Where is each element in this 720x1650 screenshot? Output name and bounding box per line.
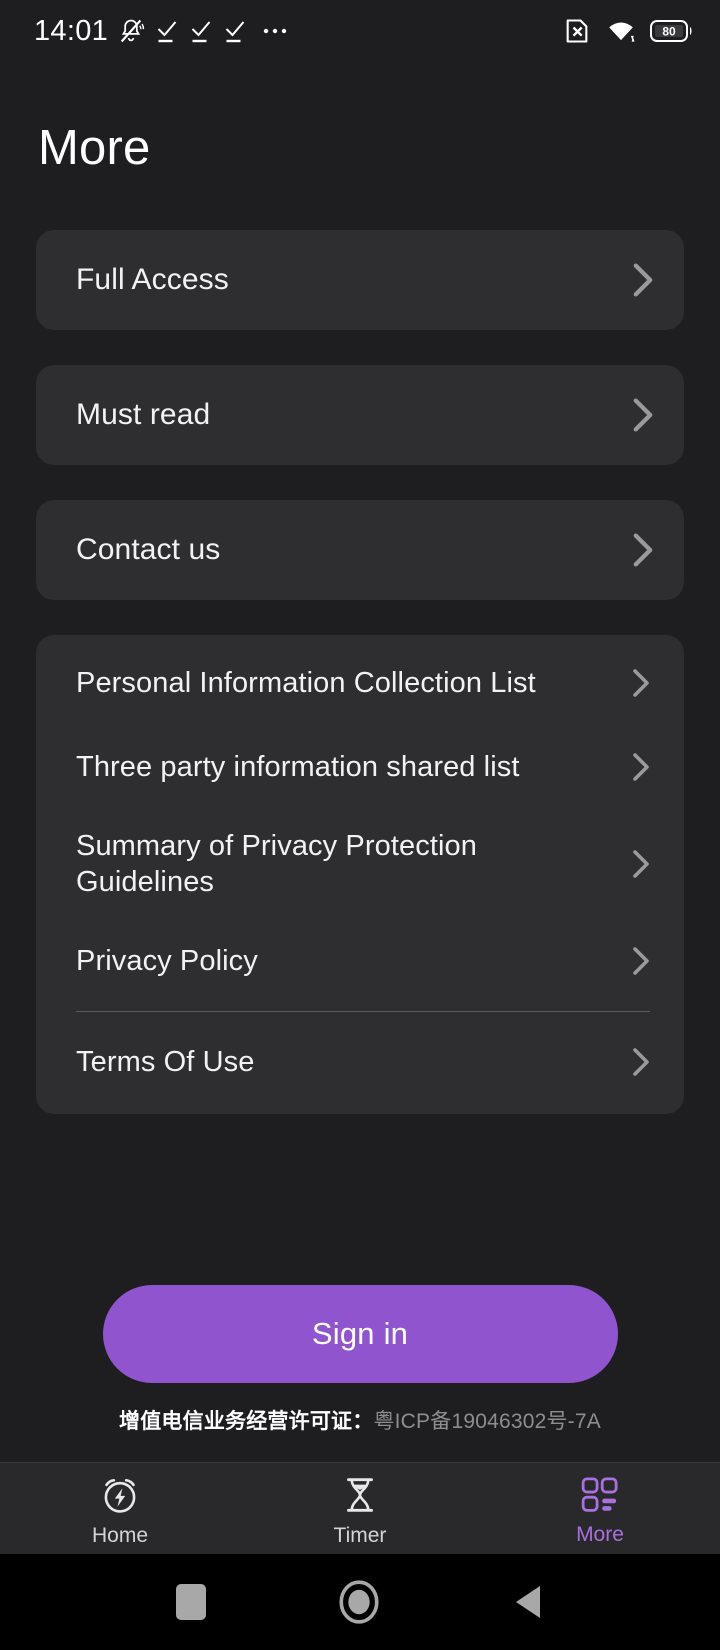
menu-item-summary-of-privacy-protection-guidelines[interactable]: Summary of Privacy Protection Guidelines bbox=[36, 809, 684, 919]
menu-item-privacy-policy[interactable]: Privacy Policy bbox=[36, 919, 684, 1003]
home-button[interactable] bbox=[338, 1579, 380, 1625]
content-area: Full Access Must read Contact us Persona… bbox=[0, 173, 720, 1462]
circle-icon bbox=[339, 1580, 379, 1624]
menu-item-personal-information-collection-list[interactable]: Personal Information Collection List bbox=[36, 641, 684, 725]
battery-level-text: 80 bbox=[662, 24, 676, 38]
menu-item-label: Summary of Privacy Protection Guidelines bbox=[76, 829, 477, 898]
android-navigation-bar bbox=[0, 1554, 720, 1650]
bell-muted-icon bbox=[120, 19, 145, 43]
status-bar-right: 80 bbox=[562, 17, 694, 45]
chevron-right-icon bbox=[633, 947, 649, 975]
icp-license-number: 粤ICP备19046302号-7A bbox=[373, 1410, 601, 1433]
phone-screen: 14:01 80 More Full Access Must read Cont… bbox=[0, 0, 720, 1650]
status-clock: 14:01 bbox=[34, 14, 109, 47]
back-button[interactable] bbox=[512, 1582, 544, 1622]
battery-icon: 80 bbox=[650, 20, 692, 42]
tab-timer[interactable]: Timer bbox=[240, 1463, 480, 1554]
overflow-dots-icon bbox=[263, 28, 287, 34]
tab-label: Home bbox=[91, 1523, 149, 1547]
tab-label: More bbox=[576, 1522, 624, 1546]
icp-license-line: 增值电信业务经营许可证：粤ICP备19046302号-7A bbox=[119, 1411, 601, 1432]
chevron-right-icon bbox=[633, 753, 649, 781]
status-bar-left: 14:01 bbox=[34, 14, 292, 47]
check-2-icon bbox=[191, 21, 211, 43]
tab-more[interactable]: More bbox=[480, 1463, 720, 1554]
card-contact-us[interactable]: Contact us bbox=[36, 500, 684, 600]
menu-item-label: Full Access bbox=[76, 263, 229, 297]
chevron-right-icon bbox=[633, 669, 649, 697]
menu-item-label: Contact us bbox=[76, 533, 221, 567]
alarm-bolt-icon bbox=[104, 1478, 136, 1513]
sign-in-section: Sign in 增值电信业务经营许可证：粤ICP备19046302号-7A bbox=[36, 1285, 684, 1462]
card-legal-group: Personal Information Collection List Thr… bbox=[36, 635, 684, 1114]
check-1-icon bbox=[157, 21, 177, 43]
grid-more-icon bbox=[581, 1476, 618, 1512]
legal-divider bbox=[76, 1011, 650, 1012]
hourglass-icon bbox=[347, 1477, 373, 1512]
status-bar: 14:01 80 bbox=[0, 0, 720, 62]
wifi-icon bbox=[609, 22, 635, 42]
menu-item-label: Personal Information Collection List bbox=[76, 666, 536, 699]
card-must-read[interactable]: Must read bbox=[36, 365, 684, 465]
sign-in-button[interactable]: Sign in bbox=[102, 1285, 618, 1383]
tab-home[interactable]: Home bbox=[0, 1463, 240, 1554]
square-icon bbox=[176, 1584, 206, 1620]
menu-item-label: Terms Of Use bbox=[76, 1045, 255, 1078]
page-title: More bbox=[38, 121, 151, 175]
chevron-right-icon bbox=[633, 398, 653, 432]
menu-item-full-access[interactable]: Full Access bbox=[36, 230, 684, 330]
chevron-right-icon bbox=[633, 533, 653, 567]
menu-item-must-read[interactable]: Must read bbox=[36, 365, 684, 465]
recents-button[interactable] bbox=[176, 1584, 206, 1620]
card-full-access[interactable]: Full Access bbox=[36, 230, 684, 330]
menu-item-three-party-information-shared-list[interactable]: Three party information shared list bbox=[36, 725, 684, 809]
menu-item-label: Must read bbox=[76, 398, 211, 432]
menu-item-label: Three party information shared list bbox=[76, 750, 520, 783]
sim-error-icon bbox=[566, 19, 588, 43]
menu-item-label: Privacy Policy bbox=[76, 944, 258, 977]
tab-label: Timer bbox=[333, 1523, 387, 1547]
icp-license-label: 增值电信业务经营许可证： bbox=[119, 1410, 374, 1433]
triangle-left-icon bbox=[516, 1586, 540, 1618]
chevron-right-icon bbox=[633, 1048, 649, 1076]
check-3-icon bbox=[225, 21, 245, 43]
menu-item-terms-of-use[interactable]: Terms Of Use bbox=[36, 1020, 684, 1104]
chevron-right-icon bbox=[633, 850, 649, 878]
chevron-right-icon bbox=[633, 263, 653, 297]
bottom-tab-bar: Home Timer More bbox=[0, 1462, 720, 1554]
menu-item-contact-us[interactable]: Contact us bbox=[36, 500, 684, 600]
